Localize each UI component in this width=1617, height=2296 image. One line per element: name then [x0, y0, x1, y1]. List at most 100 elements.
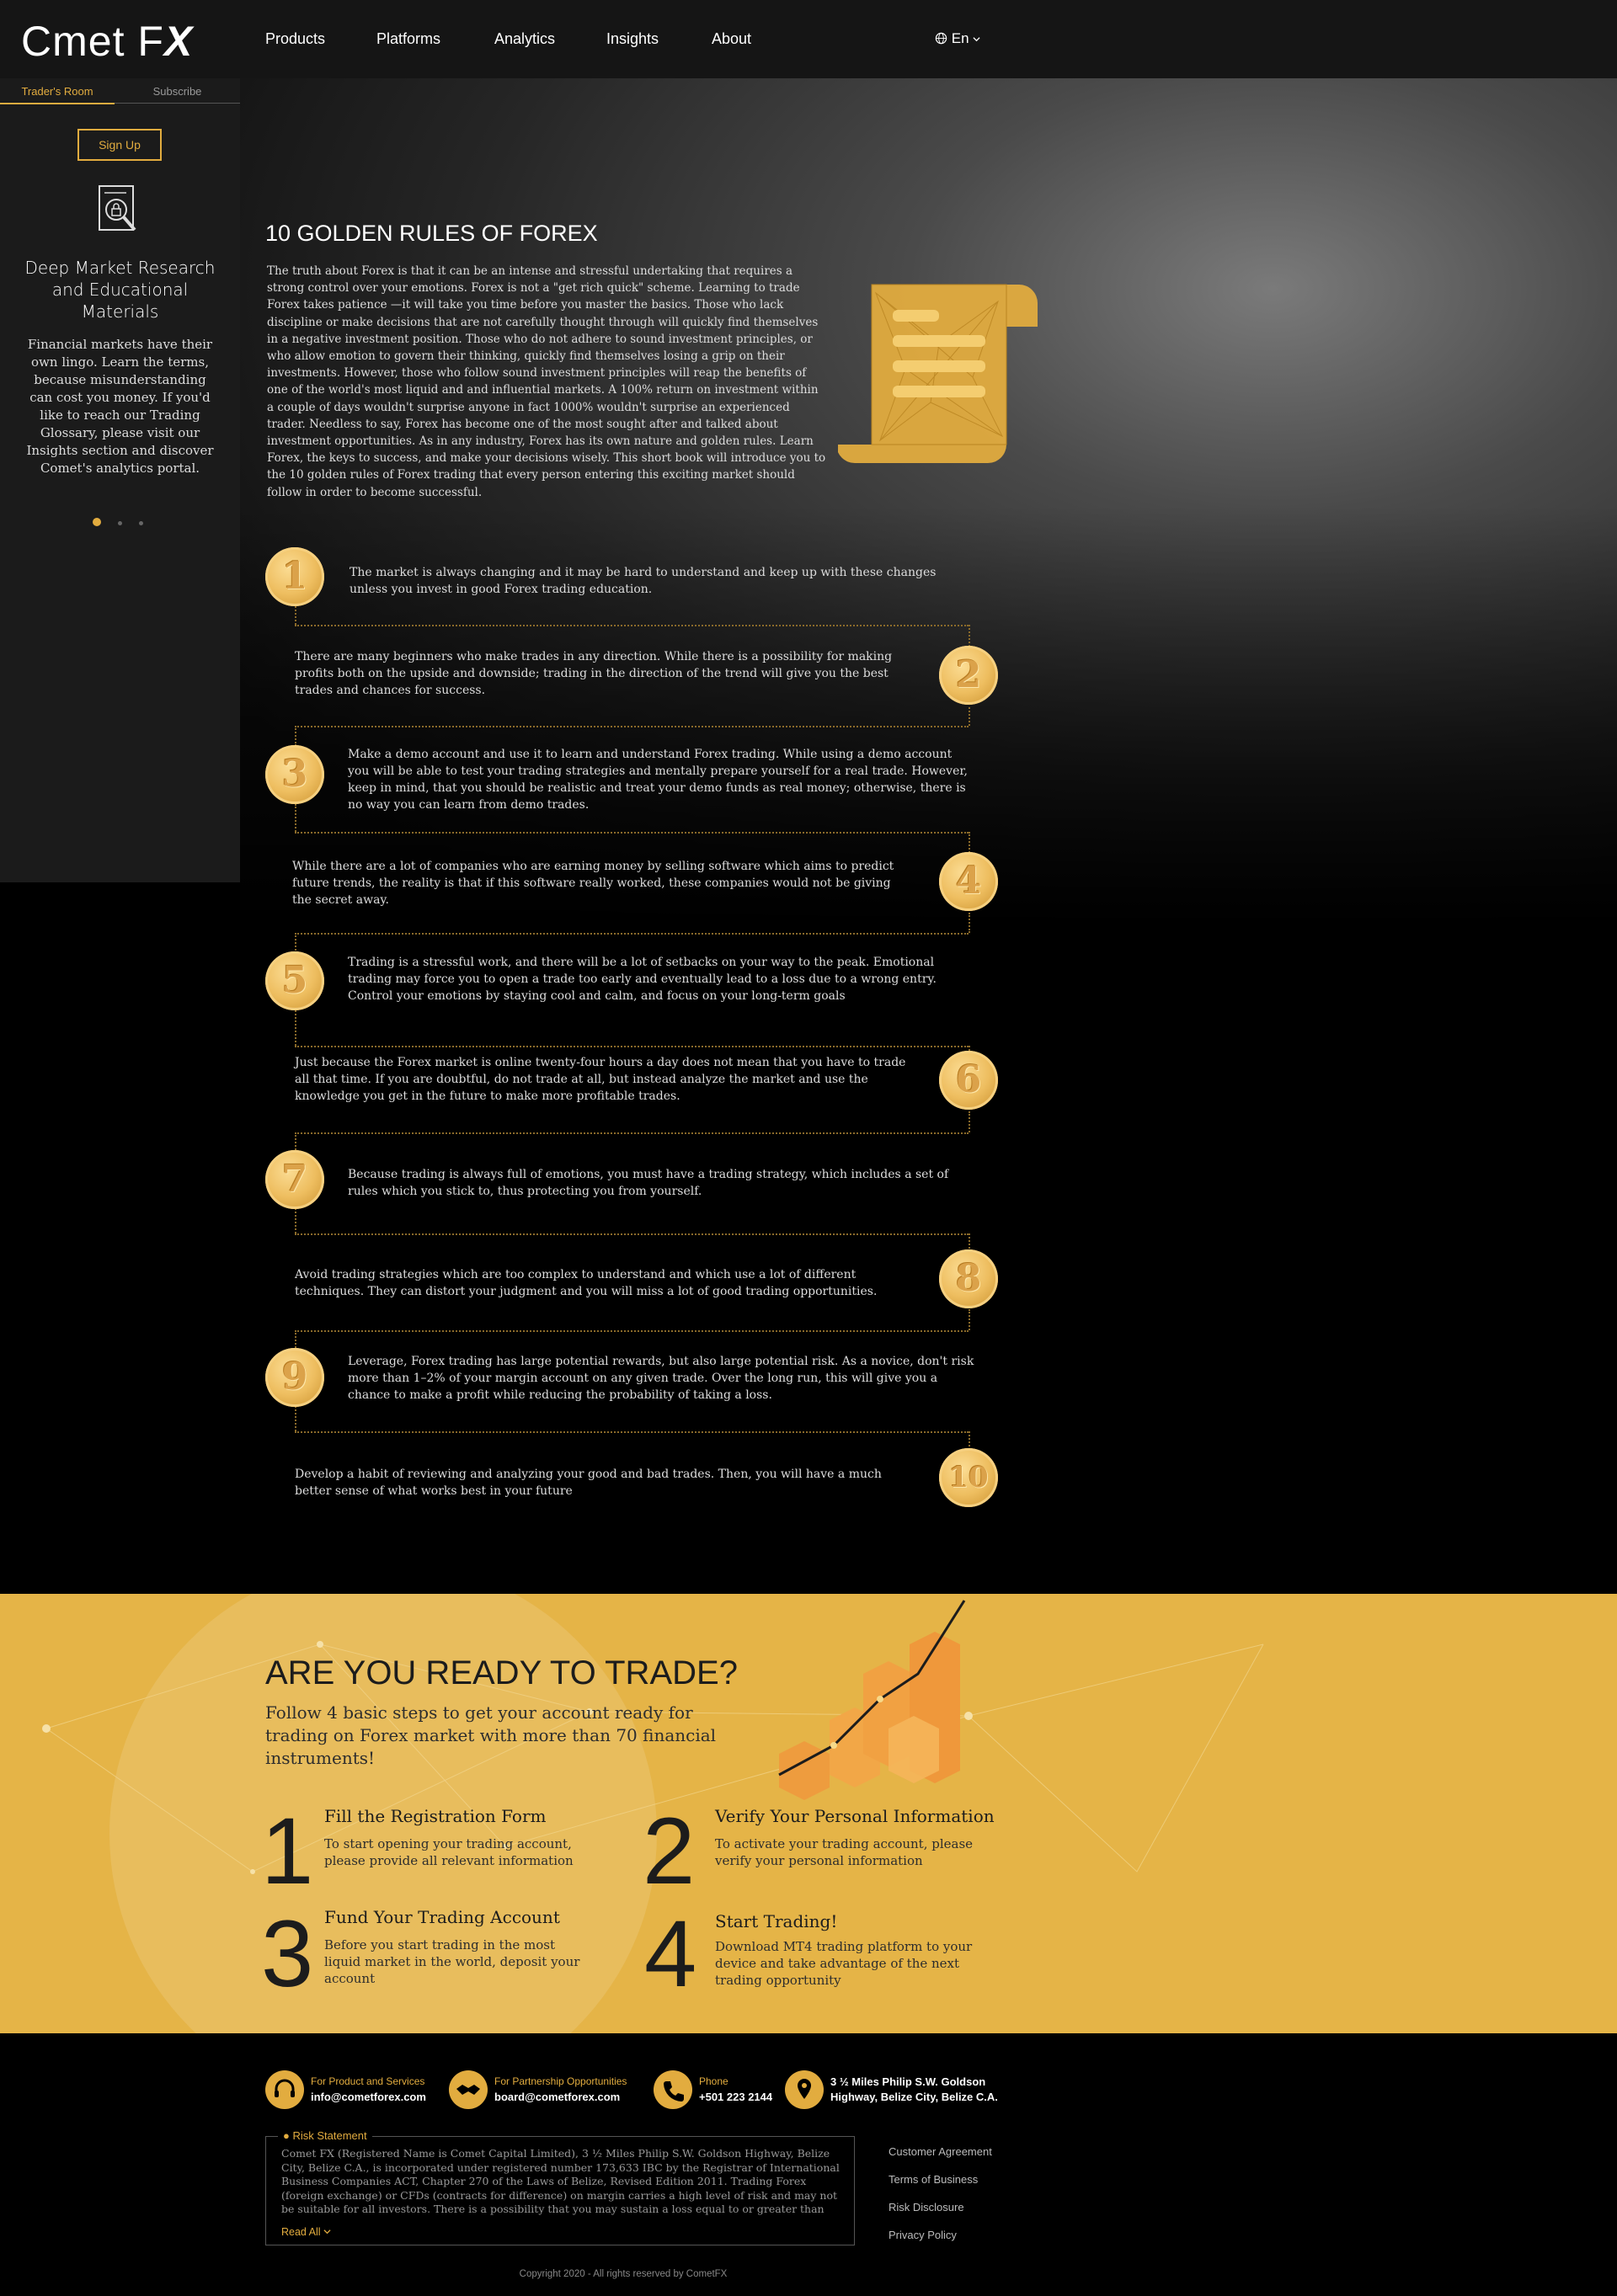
contact-email-info[interactable]: info@cometforex.com: [311, 2091, 426, 2103]
footer: For Product and Services info@cometforex…: [0, 2033, 1617, 2296]
connector-line: [295, 1330, 969, 1332]
research-document-icon: [99, 185, 136, 232]
risk-title-text: Risk Statement: [292, 2129, 367, 2142]
nav-products[interactable]: Products: [265, 30, 325, 48]
address-line-2: Highway, Belize City, Belize C.A.: [830, 2091, 998, 2103]
rule-badge-10: 10: [939, 1448, 998, 1507]
connector-line: [295, 1010, 296, 1046]
link-customer-agreement[interactable]: Customer Agreement: [889, 2145, 992, 2158]
connector-line: [295, 1132, 296, 1150]
contact-label: Phone: [699, 2075, 728, 2087]
step-title-2: Verify Your Personal Information: [715, 1806, 995, 1826]
step-text-4: Download MT4 trading platform to your de…: [715, 1939, 973, 1988]
step-number-3: 3: [261, 1901, 314, 2006]
link-privacy-policy[interactable]: Privacy Policy: [889, 2229, 957, 2241]
rule-badge-5: 5: [265, 951, 324, 1010]
connector-line: [295, 726, 296, 746]
tab-subscribe[interactable]: Subscribe: [115, 82, 240, 104]
connector-line: [295, 804, 296, 832]
rule-text-8: Avoid trading strategies which are too c…: [295, 1268, 878, 1298]
step-text-2: To activate your trading account, please…: [715, 1836, 974, 1868]
carousel-dot-active[interactable]: [93, 517, 101, 526]
ready-title: ARE YOU READY TO TRADE?: [265, 1654, 738, 1691]
rule-badge-2: 2: [939, 646, 998, 705]
risk-statement-box: ● Risk Statement Comet FX (Registered Na…: [265, 2129, 855, 2245]
connector-line: [295, 1132, 969, 1134]
connector-line: [295, 933, 296, 953]
step-text-3: Before you start trading in the most liq…: [324, 1937, 580, 1986]
sidebar: Trader's Room Subscribe Sign Up Deep Mar…: [0, 78, 240, 882]
connector-line: [295, 726, 969, 727]
rule-text-1: The market is always changing and it may…: [350, 566, 937, 596]
language-selector[interactable]: En: [935, 30, 980, 47]
connector-line: [295, 832, 969, 834]
connector-line: [969, 1431, 970, 1450]
connector-line: [295, 1046, 969, 1047]
ready-subtitle: Follow 4 basic steps to get your account…: [265, 1702, 717, 1768]
rule-text-2: There are many beginners who make trades…: [295, 650, 893, 697]
connector-line: [295, 1208, 296, 1233]
nav-insights[interactable]: Insights: [606, 30, 659, 48]
rule-badge-3: 3: [265, 745, 324, 804]
logo-rest: met F: [52, 18, 164, 65]
globe-icon: [935, 32, 947, 45]
intro-paragraph: The truth about Forex is that it can be …: [267, 264, 826, 499]
handshake-icon: [449, 2070, 488, 2109]
contact-label: For Product and Services: [311, 2075, 425, 2087]
tab-traders-room[interactable]: Trader's Room: [0, 82, 115, 104]
language-label: En: [951, 30, 969, 46]
rule-text-10: Develop a habit of reviewing and analyzi…: [295, 1468, 882, 1498]
connector-line: [295, 933, 969, 935]
rule-text-4: While there are a lot of companies who a…: [292, 860, 894, 907]
step-text-1: To start opening your trading account, p…: [324, 1836, 574, 1868]
link-risk-disclosure[interactable]: Risk Disclosure: [889, 2201, 964, 2213]
rule-badge-6: 6: [939, 1051, 998, 1110]
nav-about[interactable]: About: [712, 30, 751, 48]
link-terms-of-business[interactable]: Terms of Business: [889, 2173, 978, 2186]
brand-logo[interactable]: Cmet FX: [21, 17, 193, 66]
headset-icon: [265, 2070, 304, 2109]
carousel-dot[interactable]: [139, 521, 143, 525]
top-navigation: Cmet FX Products Platforms Analytics Ins…: [0, 0, 1617, 78]
sidebar-text: Financial markets have their own lingo. …: [26, 337, 214, 476]
contact-phone-number[interactable]: +501 223 2144: [699, 2091, 772, 2103]
copyright: Copyright 2020 - All rights reserved by …: [519, 2269, 728, 2279]
rule-text-5: Trading is a stressful work, and there w…: [348, 956, 937, 1003]
step-title-1: Fill the Registration Form: [324, 1806, 547, 1826]
read-all-link[interactable]: Read All: [281, 2226, 331, 2238]
connector-line: [969, 913, 970, 933]
location-pin-icon: [785, 2070, 824, 2109]
rule-badge-7: 7: [265, 1150, 324, 1209]
nav-analytics[interactable]: Analytics: [494, 30, 555, 48]
nav-platforms[interactable]: Platforms: [376, 30, 440, 48]
connector-line: [295, 625, 969, 626]
step-title-3: Fund Your Trading Account: [324, 1907, 560, 1927]
rule-text-6: Just because the Forex market is online …: [295, 1056, 906, 1103]
chevron-down-icon: [323, 2229, 331, 2235]
risk-title: ● Risk Statement: [278, 2129, 372, 2142]
sign-up-button[interactable]: Sign Up: [77, 129, 162, 161]
ready-to-trade-section: ARE YOU READY TO TRADE? Follow 4 basic s…: [0, 1594, 1617, 2033]
rule-text-9: Leverage, Forex trading has large potent…: [348, 1355, 974, 1402]
growth-chart-illustration: [778, 1600, 966, 1800]
step-number-4: 4: [644, 1901, 697, 2006]
step-number-1: 1: [261, 1798, 314, 1904]
connector-line: [295, 1406, 296, 1431]
carousel-dot[interactable]: [118, 521, 122, 525]
sidebar-title: Deep Market Research and Educational Mat…: [24, 258, 216, 322]
scroll-illustration: [838, 284, 1038, 463]
rule-badge-8: 8: [939, 1249, 998, 1308]
carousel-dots: [93, 513, 160, 529]
connector-line: [969, 1111, 970, 1132]
connector-line: [295, 1431, 969, 1433]
connector-line: [295, 1330, 296, 1348]
address-line-1: 3 ½ Miles Philip S.W. Goldson: [830, 2075, 986, 2088]
contact-label: For Partnership Opportunities: [494, 2075, 627, 2087]
risk-text: Comet FX (Registered Name is Comet Capit…: [281, 2147, 840, 2219]
rule-badge-4: 4: [939, 852, 998, 911]
rule-badge-9: 9: [265, 1348, 324, 1407]
connector-line: [969, 1309, 970, 1330]
step-title-4: Start Trading!: [715, 1911, 838, 1931]
contact-email-board[interactable]: board@cometforex.com: [494, 2091, 620, 2103]
connector-line: [969, 707, 970, 726]
